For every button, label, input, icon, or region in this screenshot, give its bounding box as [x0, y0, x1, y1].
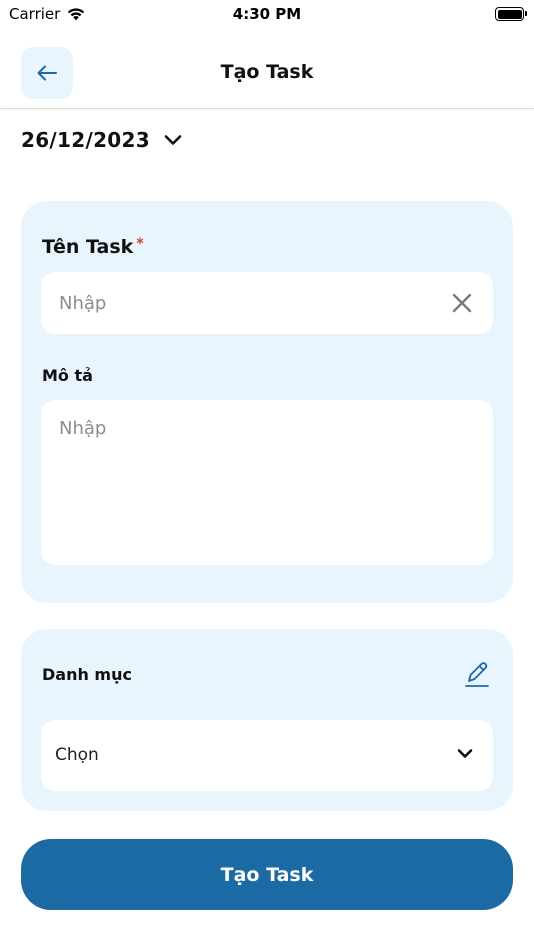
task-name-label: Tên Task * — [42, 236, 144, 258]
category-select-value: Chọn — [55, 745, 99, 765]
status-time: 4:30 PM — [232, 5, 302, 23]
chevron-down-icon — [164, 135, 182, 145]
category-select[interactable]: Chọn — [41, 720, 493, 791]
create-task-button[interactable]: Tạo Task — [21, 839, 513, 910]
task-name-label-text: Tên Task — [42, 236, 134, 258]
clear-icon[interactable] — [451, 292, 473, 314]
description-field — [41, 400, 493, 565]
task-name-input[interactable] — [59, 290, 439, 316]
app-header: Tạo Task — [0, 30, 534, 109]
status-bar: Carrier 4:30 PM — [0, 0, 534, 30]
page-title: Tạo Task — [220, 61, 314, 83]
description-label: Mô tả — [42, 366, 93, 385]
chevron-down-icon — [457, 749, 473, 758]
pencil-icon[interactable] — [463, 659, 491, 689]
category-card: Danh mục Chọn — [21, 629, 513, 811]
description-input[interactable] — [59, 418, 479, 548]
task-name-field — [41, 272, 493, 334]
category-label: Danh mục — [42, 665, 132, 684]
task-info-card: Tên Task* Mô tả — [21, 201, 513, 603]
date-picker[interactable]: 26/12/2023 — [21, 128, 182, 152]
battery-icon — [495, 7, 527, 21]
required-mark: * — [136, 236, 144, 252]
date-value: 26/12/2023 — [21, 128, 150, 152]
